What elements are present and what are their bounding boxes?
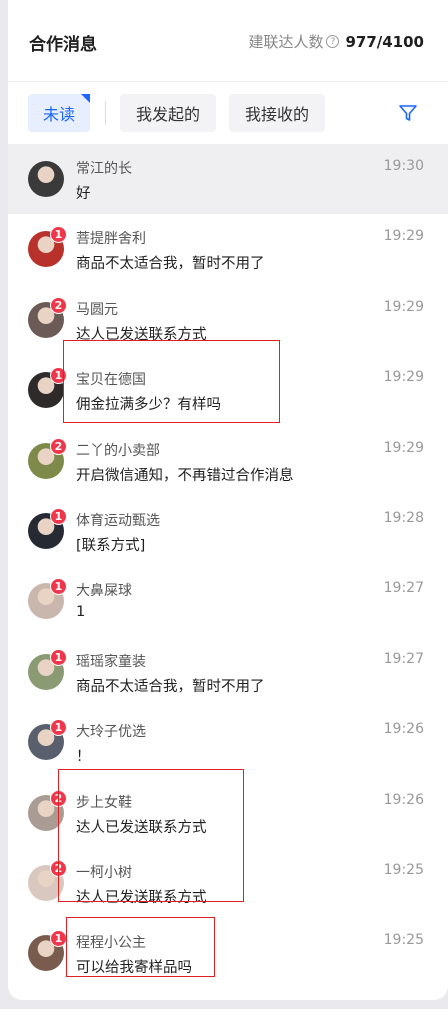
message-time: 19:28 [383,509,424,526]
message-time: 19:26 [383,721,424,738]
message-preview: 达人已发送联系方式 [76,326,207,343]
page-title: 合作消息 [29,35,97,55]
message-time: 19:29 [383,228,424,245]
message-time: 19:29 [383,369,424,386]
contact-name: 体育运动甄选 [76,512,160,529]
contact-name: 程程小公主 [76,935,146,952]
unread-badge: 2 [50,296,67,314]
filter-tabs: 未读 我发起的 我接收的 [8,82,448,144]
contact-name: 一柯小树 [76,864,132,881]
help-icon[interactable]: ? [326,35,340,48]
conversation-row[interactable]: 1 大鼻屎球 1 19:27 [8,566,448,636]
conversation-row[interactable]: 1 瑶瑶家童装商品不太适合我，暂时不用了 19:27 [8,637,448,707]
message-time: 19:25 [383,932,424,949]
message-preview: 达人已发送联系方式 [76,889,207,906]
message-time: 19:27 [383,580,424,597]
message-preview: 开启微信通知，不再错过合作消息 [76,467,294,484]
message-preview: 商品不太适合我，暂时不用了 [76,256,265,273]
unread-badge: 1 [50,578,67,596]
contact-name: 常江的长 [76,161,132,177]
conversation-row[interactable]: 常江的长好 19:30 [8,144,448,215]
message-preview: 商品不太适合我，暂时不用了 [76,678,265,695]
conversation-row[interactable]: 1 体育运动甄选 [联系方式] 19:28 [8,496,448,566]
conversation-row[interactable]: 2 二丫的小卖部开启微信通知，不再错过合作消息 19:29 [8,426,448,496]
unread-badge: 1 [50,226,67,244]
conversation-row[interactable]: 2 步上女鞋达人已发送联系方式 19:26 [8,778,448,848]
message-time: 19:25 [383,861,424,878]
unread-badge: 2 [50,437,67,455]
contact-name: 瑶瑶家童装 [76,653,146,670]
conversation-row[interactable]: 1 宝贝在德国佣金拉满多少？有样吗 19:29 [8,355,448,425]
message-preview: 达人已发送联系方式 [76,819,207,836]
contact-name: 马圆元 [76,301,118,318]
stats-value: 977/4100 [345,32,424,51]
message-preview: ！ [76,749,91,766]
message-preview: 佣金拉满多少？有样吗 [76,397,221,414]
filter-icon[interactable] [398,103,418,123]
message-time: 19:26 [383,791,424,808]
unread-badge: 2 [50,859,67,877]
message-preview: 1 [76,604,86,621]
message-time: 19:27 [383,650,424,667]
tab-received-by-me[interactable]: 我接收的 [229,94,325,132]
contact-name: 菩提胖舍利 [76,231,146,248]
conversation-row[interactable]: 2 马圆元达人已发送联系方式 19:29 [8,285,448,355]
cooperation-messages-panel: 合作消息 建联达人数 ? 977/4100 未读 我发起的 我接收的 常江的长好… [8,0,448,1000]
unread-badge: 1 [50,507,67,525]
conversation-row[interactable]: 1 大玲子优选 ！ 19:26 [8,707,448,777]
conversation-row[interactable]: 1 菩提胖舍利商品不太适合我，暂时不用了 19:29 [8,214,448,284]
contact-name: 步上女鞋 [76,794,132,811]
message-preview: [联系方式] [76,537,146,554]
conversation-row[interactable]: 1 程程小公主可以给我寄样品吗 19:25 [8,918,448,988]
conversation-row[interactable]: 2 一柯小树达人已发送联系方式 19:25 [8,848,448,918]
tab-unread[interactable]: 未读 [28,94,90,132]
header: 合作消息 建联达人数 ? 977/4100 [8,0,448,82]
unread-badge: 2 [50,789,67,807]
unread-badge: 1 [50,930,67,948]
stats-label: 建联达人数 [248,33,324,51]
message-time: 19:29 [383,439,424,456]
unread-badge: 1 [50,648,67,666]
contact-name: 大玲子优选 [76,724,146,741]
contact-name: 大鼻屎球 [76,583,132,600]
message-preview: 可以给我寄样品吗 [76,960,192,977]
message-time: 19:30 [383,158,424,174]
message-time: 19:29 [383,298,424,315]
message-preview: 好 [76,186,91,202]
contact-name: 宝贝在德国 [76,372,146,389]
connected-creators-stats: 建联达人数 ? 977/4100 [248,31,424,52]
avatar [28,161,64,197]
unread-badge: 1 [50,367,67,385]
contact-name: 二丫的小卖部 [76,442,160,459]
tab-initiated-by-me[interactable]: 我发起的 [120,94,216,132]
tab-divider [105,101,106,125]
unread-badge: 1 [50,719,67,737]
conversation-list: 常江的长好 19:30 1 菩提胖舍利商品不太适合我，暂时不用了 19:29 2 马圆元达人… [8,144,448,989]
